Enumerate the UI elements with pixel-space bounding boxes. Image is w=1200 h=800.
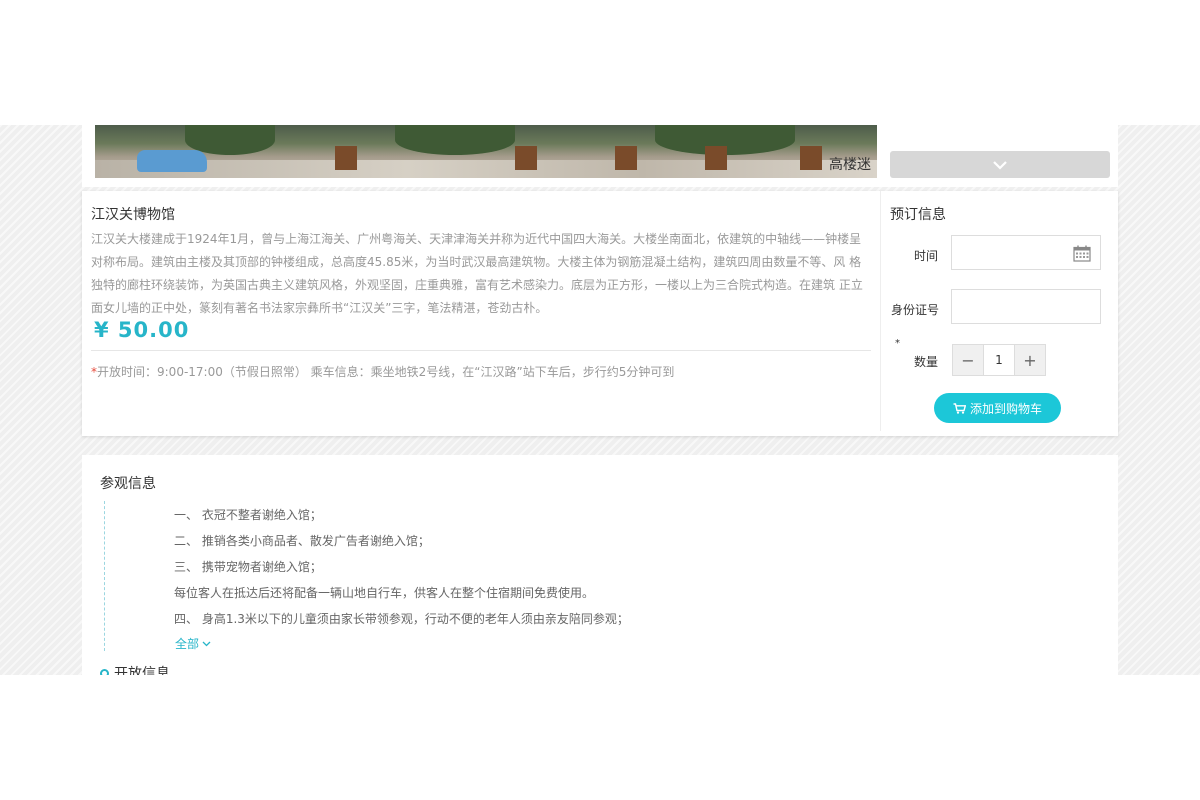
open-info: *开放时间：9:00-17:00（节假日照常） 乘车信息：乘坐地铁2号线，在“江…	[91, 363, 674, 380]
photo-planter	[800, 146, 822, 170]
list-item: 三、 携带宠物者谢绝入馆；	[174, 560, 322, 574]
museum-photo: 高楼迷	[95, 125, 877, 178]
gallery-next-button[interactable]	[890, 151, 1110, 178]
qty-required-mark: *	[895, 338, 900, 349]
photo-planter	[335, 146, 357, 170]
open-info-text: 开放时间：9:00-17:00（节假日照常） 乘车信息：乘坐地铁2号线，在“江汉…	[97, 365, 675, 379]
photo-street	[95, 160, 877, 178]
time-label: 时间	[914, 249, 939, 263]
quantity-stepper: − 1 +	[952, 344, 1046, 376]
divider	[91, 350, 871, 351]
date-field[interactable]	[951, 235, 1101, 270]
quantity-plus-button[interactable]: +	[1015, 345, 1045, 375]
photo-planter	[705, 146, 727, 170]
add-to-cart-button[interactable]: 添加到购物车	[934, 393, 1061, 423]
photo-car	[137, 150, 207, 172]
id-number-field[interactable]	[951, 289, 1101, 324]
open-info-section-title: 开放信息	[114, 666, 170, 675]
product-details: 江汉关博物馆 江汉关大楼建成于1924年1月，曾与上海江海关、广州粤海关、天津津…	[91, 191, 871, 436]
photo-watermark: 高楼迷	[829, 157, 871, 173]
chevron-down-icon	[202, 641, 211, 646]
product-price: ¥ 50.00	[94, 318, 190, 342]
visit-info-card: 参观信息 一、 衣冠不整者谢绝入馆； 二、 推销各类小商品者、散发广告者谢绝入馆…	[82, 455, 1118, 675]
product-title: 江汉关博物馆	[91, 207, 175, 223]
photo-tree	[395, 125, 515, 155]
show-all-link[interactable]: 全部	[175, 635, 211, 652]
photo-planter	[515, 146, 537, 170]
visit-rules-list: 一、 衣冠不整者谢绝入馆； 二、 推销各类小商品者、散发广告者谢绝入馆； 三、 …	[174, 502, 629, 632]
cart-icon	[953, 402, 966, 414]
show-all-label: 全部	[175, 637, 200, 651]
booking-panel: 预订信息 时间 身份证号 * 数量 − 1 + 添加到购物车	[880, 191, 1119, 431]
chevron-down-icon	[993, 160, 1007, 170]
open-info-section-heading: 开放信息	[100, 663, 170, 675]
quantity-minus-button[interactable]: −	[953, 345, 983, 375]
quantity-value[interactable]: 1	[983, 345, 1015, 375]
product-description: 江汉关大楼建成于1924年1月，曾与上海江海关、广州粤海关、天津津海关并称为近代…	[91, 232, 863, 315]
calendar-icon[interactable]	[1073, 245, 1091, 262]
timeline-line	[104, 501, 105, 651]
visit-info-title: 参观信息	[100, 476, 156, 492]
product-info-card: 江汉关博物馆 江汉关大楼建成于1924年1月，曾与上海江海关、广州粤海关、天津津…	[82, 191, 1118, 436]
page-viewport: 高楼迷 江汉关博物馆 江汉关大楼建成于1924年1月，曾与上海江海关、广州粤海关…	[0, 125, 1200, 675]
id-label: 身份证号	[891, 303, 940, 317]
list-item: 四、 身高1.3米以下的儿童须由家长带领参观，行动不便的老年人须由亲友陪同参观；	[174, 612, 629, 626]
quantity-label: 数量	[914, 355, 939, 369]
add-to-cart-label: 添加到购物车	[969, 401, 1042, 416]
banner-card: 高楼迷	[82, 125, 1118, 187]
list-item: 二、 推销各类小商品者、散发广告者谢绝入馆；	[174, 534, 430, 548]
list-item: 一、 衣冠不整者谢绝入馆；	[174, 508, 322, 522]
circle-bullet-icon	[100, 668, 109, 675]
photo-planter	[615, 146, 637, 170]
list-item: 每位客人在抵达后还将配备一辆山地自行车，供客人在整个住宿期间免费使用。	[174, 586, 595, 600]
booking-title: 预订信息	[890, 207, 946, 223]
